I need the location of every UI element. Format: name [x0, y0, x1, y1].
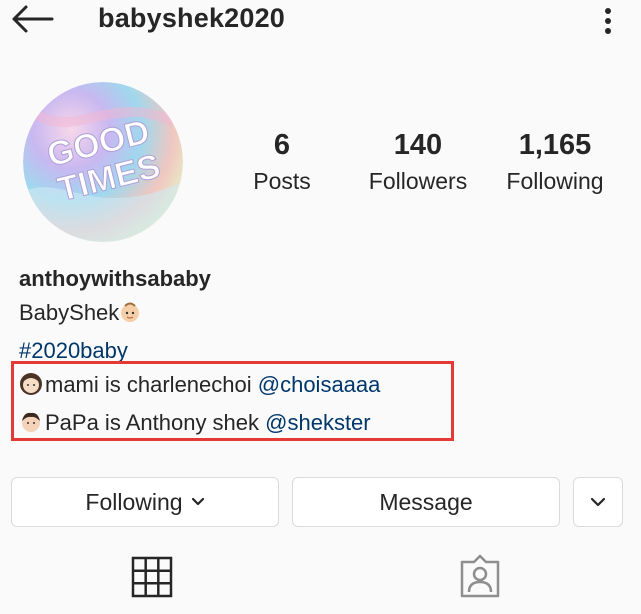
more-vertical-icon[interactable] — [596, 5, 620, 37]
highlight-box — [11, 361, 454, 441]
profile-username: babyshek2020 — [98, 3, 286, 33]
following-button[interactable]: Following — [11, 477, 279, 527]
chevron-down-icon — [191, 497, 205, 507]
bio-line-babyshek: BabyShek — [19, 296, 380, 334]
following-count: 1,165 — [518, 129, 592, 161]
suggested-dropdown-button[interactable] — [573, 477, 623, 527]
avatar[interactable]: GOOD TIMES — [23, 82, 183, 242]
tagged-person-icon[interactable] — [458, 554, 502, 605]
profile-name: anthoywithsababy — [19, 266, 211, 291]
top-bar: babyshek2020 — [0, 0, 641, 46]
baby-emoji-icon — [119, 300, 141, 334]
followers-stat[interactable]: 140 Followers — [356, 128, 480, 196]
arrow-left-icon[interactable] — [10, 4, 54, 34]
posts-stat[interactable]: 6 Posts — [228, 128, 336, 196]
grid-icon[interactable] — [131, 556, 173, 603]
posts-count: 6 — [273, 129, 291, 161]
following-label: Following — [506, 168, 604, 194]
message-button[interactable]: Message — [292, 477, 560, 527]
following-stat[interactable]: 1,165 Following — [494, 128, 616, 196]
following-button-label: Following — [85, 488, 183, 515]
posts-label: Posts — [253, 168, 311, 194]
followers-label: Followers — [368, 168, 468, 194]
bio-text: BabyShek — [19, 300, 120, 325]
profile-tabs — [0, 552, 641, 614]
message-button-label: Message — [379, 488, 473, 515]
chevron-down-icon — [590, 497, 606, 507]
profile-stats: 6 Posts 140 Followers 1,165 Following — [228, 128, 628, 208]
followers-count: 140 — [393, 129, 443, 161]
